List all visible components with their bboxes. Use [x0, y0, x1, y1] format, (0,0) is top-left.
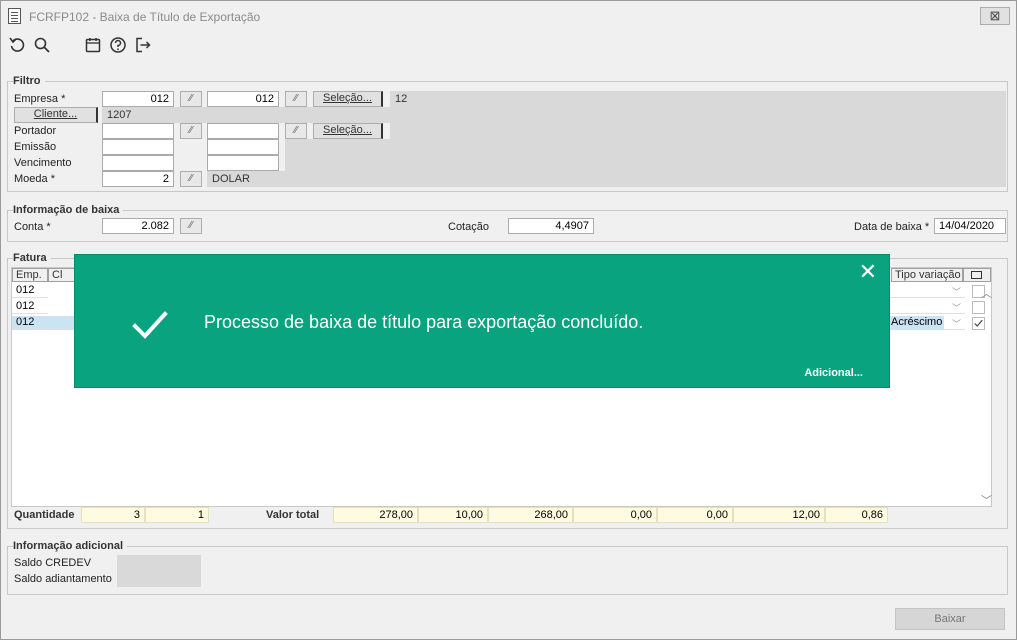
conta-field[interactable]: 2.082	[102, 218, 174, 234]
vencimento-from-field[interactable]	[102, 155, 174, 171]
selecao-portador-label: Seleção...	[323, 124, 372, 136]
conta-lookup-button[interactable]: ⁄⁄	[180, 218, 202, 234]
selecao-empresa-label: Seleção...	[323, 92, 372, 104]
filtro-legend: Filtro	[13, 75, 45, 87]
info-baixa-legend: Informação de baixa	[13, 204, 124, 216]
vencimento-label: Vencimento	[14, 157, 72, 169]
toolbar	[1, 31, 1016, 61]
chevron-down-icon: ﹀	[951, 319, 961, 329]
total-6: 12,00	[733, 507, 825, 523]
cliente-button-label: Cliente...	[33, 108, 78, 120]
total-2: 10,00	[418, 507, 488, 523]
scroll-up-icon[interactable]: ︿	[981, 285, 992, 301]
empresa-description: 12	[390, 91, 1006, 107]
col-header-tipo-variacao[interactable]: Tipo variação	[891, 268, 963, 282]
total-4: 0,00	[573, 507, 657, 523]
portador-from-lookup-button[interactable]: ⁄⁄	[180, 123, 202, 139]
table-row-3-emp[interactable]: 012	[12, 316, 48, 330]
baixar-button[interactable]: Baixar	[895, 608, 1005, 630]
empresa-label: Empresa *	[14, 93, 66, 105]
checkmark-icon	[974, 319, 983, 327]
notification-message: Processo de baixa de título para exporta…	[204, 312, 644, 332]
quantidade-label: Quantidade	[14, 509, 75, 521]
table-row-1-tipo[interactable]: ﹀	[889, 284, 965, 298]
empresa-to-field[interactable]: 012	[207, 91, 279, 107]
saldo-credev-field	[117, 555, 201, 571]
selecao-portador-button[interactable]: Seleção...	[313, 123, 383, 139]
vencimento-description	[285, 155, 1006, 171]
search-icon[interactable]	[32, 35, 52, 55]
table-row-2-emp[interactable]: 012	[12, 300, 48, 314]
col-header-emp[interactable]: Emp.	[12, 268, 48, 282]
info-adicional-legend: Informação adicional	[13, 540, 128, 552]
adicional-link[interactable]: Adicional...	[804, 367, 863, 379]
chevron-down-icon: ﹀	[951, 303, 961, 313]
total-1: 278,00	[333, 507, 418, 523]
chevron-down-icon: ﹀	[951, 287, 961, 297]
exit-icon[interactable]	[133, 35, 153, 55]
table-row-3-tipo-value: Acréscimo	[889, 316, 945, 330]
success-notification: Processo de baixa de título para exporta…	[74, 254, 890, 388]
saldo-adiantamento-label: Saldo adiantamento	[14, 573, 112, 585]
emissao-description	[285, 139, 1006, 155]
total-5: 0,00	[657, 507, 733, 523]
help-icon[interactable]	[108, 35, 128, 55]
quantidade-selected-field: 1	[145, 507, 209, 523]
empresa-from-field[interactable]: 012	[102, 91, 174, 107]
select-all-icon	[971, 271, 982, 279]
scroll-down-icon[interactable]: ﹀	[981, 492, 992, 508]
valor-total-label: Valor total	[266, 509, 320, 521]
vencimento-to-field[interactable]	[207, 155, 279, 171]
emissao-from-field[interactable]	[102, 139, 174, 155]
portador-from-field[interactable]	[102, 123, 174, 139]
empresa-to-lookup-button[interactable]: ⁄⁄	[285, 91, 307, 107]
portador-to-field[interactable]	[207, 123, 279, 139]
moeda-lookup-button[interactable]: ⁄⁄	[180, 171, 202, 187]
data-baixa-label: Data de baixa *	[854, 221, 930, 233]
portador-to-lookup-button[interactable]: ⁄⁄	[285, 123, 307, 139]
table-row-3-tipo[interactable]: Acréscimo ﹀	[889, 316, 965, 330]
table-row-1-emp[interactable]: 012	[12, 284, 48, 298]
cotacao-label: Cotação	[448, 221, 489, 233]
undo-icon[interactable]	[7, 35, 27, 55]
quantidade-total-field: 3	[81, 507, 145, 523]
total-7: 0,86	[825, 507, 888, 523]
moeda-description: DOLAR	[207, 171, 1006, 187]
empresa-from-lookup-button[interactable]: ⁄⁄	[180, 91, 202, 107]
close-window-button[interactable]: ⊠	[980, 7, 1010, 25]
table-row-2-tipo[interactable]: ﹀	[889, 300, 965, 314]
portador-label: Portador	[14, 125, 57, 137]
calendar-icon[interactable]	[83, 35, 103, 55]
col-header-select-all[interactable]	[963, 268, 991, 282]
fatura-legend: Fatura	[13, 252, 51, 264]
conta-label: Conta *	[14, 221, 51, 233]
portador-description	[390, 123, 1006, 139]
emissao-label: Emissão	[14, 141, 57, 153]
window-title: FCRFP102 - Baixa de Título de Exportação	[29, 10, 261, 24]
cotacao-field[interactable]: 4,4907	[508, 218, 594, 234]
table-row-3-checkbox[interactable]	[972, 317, 985, 330]
selecao-empresa-button[interactable]: Seleção...	[313, 91, 383, 107]
emissao-to-field[interactable]	[207, 139, 279, 155]
document-icon	[8, 8, 21, 24]
moeda-field[interactable]: 2	[102, 171, 174, 187]
moeda-label: Moeda *	[14, 173, 55, 185]
saldo-credev-label: Saldo CREDEV	[14, 557, 92, 569]
check-icon	[132, 311, 168, 339]
saldo-adiantamento-field	[117, 571, 201, 587]
table-row-2-checkbox[interactable]	[972, 301, 985, 314]
app-window: FCRFP102 - Baixa de Título de Exportação…	[0, 0, 1017, 640]
total-3: 268,00	[488, 507, 573, 523]
data-baixa-field[interactable]: 14/04/2020	[934, 218, 1006, 234]
cliente-button[interactable]: Cliente...	[14, 107, 98, 123]
cliente-field: 1207	[102, 107, 1006, 123]
close-icon[interactable]: ✕	[859, 261, 877, 283]
title-bar: FCRFP102 - Baixa de Título de Exportação…	[1, 1, 1016, 31]
